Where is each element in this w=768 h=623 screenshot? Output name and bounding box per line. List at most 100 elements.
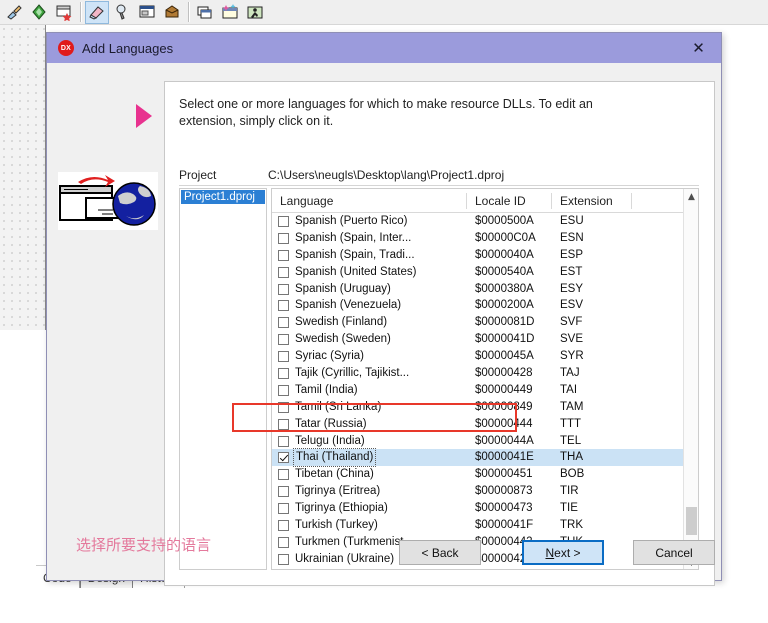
scrollbar-thumb[interactable]: [686, 507, 697, 535]
cell-extension[interactable]: TEL: [552, 433, 632, 450]
table-row[interactable]: Syriac (Syria) $0000045A SYR: [272, 348, 698, 365]
calendar-star-icon[interactable]: [52, 1, 76, 24]
close-icon[interactable]: ✕: [676, 33, 721, 63]
row-checkbox[interactable]: [278, 401, 289, 413]
ide-toolbar[interactable]: [0, 0, 768, 25]
row-checkbox[interactable]: [278, 503, 289, 515]
project-list[interactable]: Project1.dproj: [179, 188, 267, 570]
table-row[interactable]: Spanish (United States) $0000540A EST: [272, 264, 698, 281]
cell-extension[interactable]: BOB: [552, 466, 632, 483]
cell-extension[interactable]: THA: [552, 449, 632, 466]
form-designer-surface[interactable]: [0, 25, 46, 330]
dialog-titlebar[interactable]: DX Add Languages ✕: [47, 33, 721, 63]
row-checkbox[interactable]: [278, 418, 289, 430]
cell-language-container[interactable]: Spanish (Uruguay): [272, 281, 467, 298]
cell-language-container[interactable]: Spanish (Spain, Tradi...: [272, 247, 467, 264]
cell-extension[interactable]: TAI: [552, 382, 632, 399]
cell-extension[interactable]: TRK: [552, 517, 632, 534]
language-grid[interactable]: Language Locale ID Extension Spanish (Pu…: [271, 188, 699, 570]
table-row[interactable]: Tatar (Russia) $00000444 TTT: [272, 416, 698, 433]
shape-align-icon[interactable]: [27, 1, 51, 24]
cell-extension[interactable]: ESV: [552, 297, 632, 314]
back-button[interactable]: < Back: [399, 540, 481, 565]
row-checkbox[interactable]: [278, 317, 289, 329]
table-row[interactable]: Turkish (Turkey) $0000041F TRK: [272, 517, 698, 534]
cell-language-container[interactable]: Tibetan (China): [272, 466, 467, 483]
table-row[interactable]: Thai (Thailand) $0000041E THA: [272, 448, 698, 468]
row-checkbox[interactable]: [278, 283, 289, 295]
row-checkbox[interactable]: [278, 486, 289, 498]
table-row[interactable]: Spanish (Uruguay) $0000380A ESY: [272, 281, 698, 298]
table-row[interactable]: Swedish (Sweden) $0000041D SVE: [272, 331, 698, 348]
cell-extension[interactable]: TIE: [552, 500, 632, 517]
paint-brush-icon[interactable]: [2, 1, 26, 24]
table-row[interactable]: Spanish (Spain, Inter... $00000C0A ESN: [272, 230, 698, 247]
row-checkbox[interactable]: [278, 215, 289, 227]
eraser-icon[interactable]: [85, 0, 109, 24]
table-row[interactable]: Tamil (Sri Lanka) $00000849 TAM: [272, 399, 698, 416]
cell-language-container[interactable]: Syriac (Syria): [272, 348, 467, 365]
cell-extension[interactable]: TIR: [552, 483, 632, 500]
table-row[interactable]: Swedish (Finland) $0000081D SVF: [272, 314, 698, 331]
next-button[interactable]: Next >: [522, 540, 604, 565]
cell-extension[interactable]: ESN: [552, 230, 632, 247]
cell-language-container[interactable]: Swedish (Finland): [272, 314, 467, 331]
cell-extension[interactable]: SVE: [552, 331, 632, 348]
scroll-up-icon[interactable]: ▲: [684, 189, 698, 205]
language-grid-rows[interactable]: Spanish (Puerto Rico) $0000500A ESU Spanish…: [272, 213, 698, 568]
cell-language-container[interactable]: Tatar (Russia): [272, 416, 467, 433]
table-row[interactable]: Tigrinya (Ethiopia) $00000473 TIE: [272, 500, 698, 517]
package-icon[interactable]: [160, 1, 184, 24]
sparkle-window-icon[interactable]: [218, 1, 242, 24]
cell-language-container[interactable]: Spanish (United States): [272, 264, 467, 281]
cell-language-container[interactable]: Tamil (India): [272, 382, 467, 399]
cell-language-container[interactable]: Thai (Thailand): [272, 448, 467, 468]
list-item[interactable]: Project1.dproj: [181, 190, 265, 204]
cell-extension[interactable]: SVF: [552, 314, 632, 331]
cell-extension[interactable]: TAJ: [552, 365, 632, 382]
row-checkbox[interactable]: [278, 300, 289, 312]
row-checkbox[interactable]: [278, 232, 289, 244]
cell-language-container[interactable]: Tamil (Sri Lanka): [272, 399, 467, 416]
row-checkbox[interactable]: [278, 351, 289, 363]
language-grid-scrollbar[interactable]: ▲ ▼: [683, 189, 698, 569]
column-header-locale-id[interactable]: Locale ID: [467, 189, 552, 213]
cell-extension[interactable]: TAM: [552, 399, 632, 416]
run-person-icon[interactable]: [243, 1, 267, 24]
cell-language-container[interactable]: Spanish (Venezuela): [272, 297, 467, 314]
cell-extension[interactable]: ESP: [552, 247, 632, 264]
form-window-icon[interactable]: [135, 1, 159, 24]
cell-language-container[interactable]: Spanish (Puerto Rico): [272, 213, 467, 230]
row-checkbox[interactable]: [278, 452, 289, 464]
cell-extension[interactable]: TTT: [552, 416, 632, 433]
column-header-extension[interactable]: Extension: [552, 189, 632, 213]
cell-language-container[interactable]: Tigrinya (Ethiopia): [272, 500, 467, 517]
cell-language-container[interactable]: Turkish (Turkey): [272, 517, 467, 534]
cell-extension[interactable]: ESU: [552, 213, 632, 230]
cell-language-container[interactable]: Spanish (Spain, Inter...: [272, 230, 467, 247]
table-row[interactable]: Spanish (Spain, Tradi... $0000040A ESP: [272, 247, 698, 264]
magnifier-icon[interactable]: [110, 1, 134, 24]
table-row[interactable]: Telugu (India) $0000044A TEL: [272, 433, 698, 450]
table-row[interactable]: Tamil (India) $00000449 TAI: [272, 382, 698, 399]
cell-language-container[interactable]: Telugu (India): [272, 433, 467, 450]
cell-language-container[interactable]: Tajik (Cyrillic, Tajikist...: [272, 365, 467, 382]
row-checkbox[interactable]: [278, 469, 289, 481]
table-row[interactable]: Spanish (Puerto Rico) $0000500A ESU: [272, 213, 698, 230]
cell-language-container[interactable]: Tigrinya (Eritrea): [272, 483, 467, 500]
table-row[interactable]: Tigrinya (Eritrea) $00000873 TIR: [272, 483, 698, 500]
table-row[interactable]: Tajik (Cyrillic, Tajikist... $00000428 TAJ: [272, 365, 698, 382]
cancel-button[interactable]: Cancel: [633, 540, 715, 565]
row-checkbox[interactable]: [278, 249, 289, 261]
row-checkbox[interactable]: [278, 266, 289, 278]
cell-language-container[interactable]: Swedish (Sweden): [272, 331, 467, 348]
cell-extension[interactable]: EST: [552, 264, 632, 281]
row-checkbox[interactable]: [278, 384, 289, 396]
table-row[interactable]: Tibetan (China) $00000451 BOB: [272, 466, 698, 483]
column-header-language[interactable]: Language: [272, 189, 467, 213]
table-row[interactable]: Spanish (Venezuela) $0000200A ESV: [272, 297, 698, 314]
row-checkbox[interactable]: [278, 435, 289, 447]
window-stack-icon[interactable]: [193, 1, 217, 24]
row-checkbox[interactable]: [278, 519, 289, 531]
row-checkbox[interactable]: [278, 334, 289, 346]
